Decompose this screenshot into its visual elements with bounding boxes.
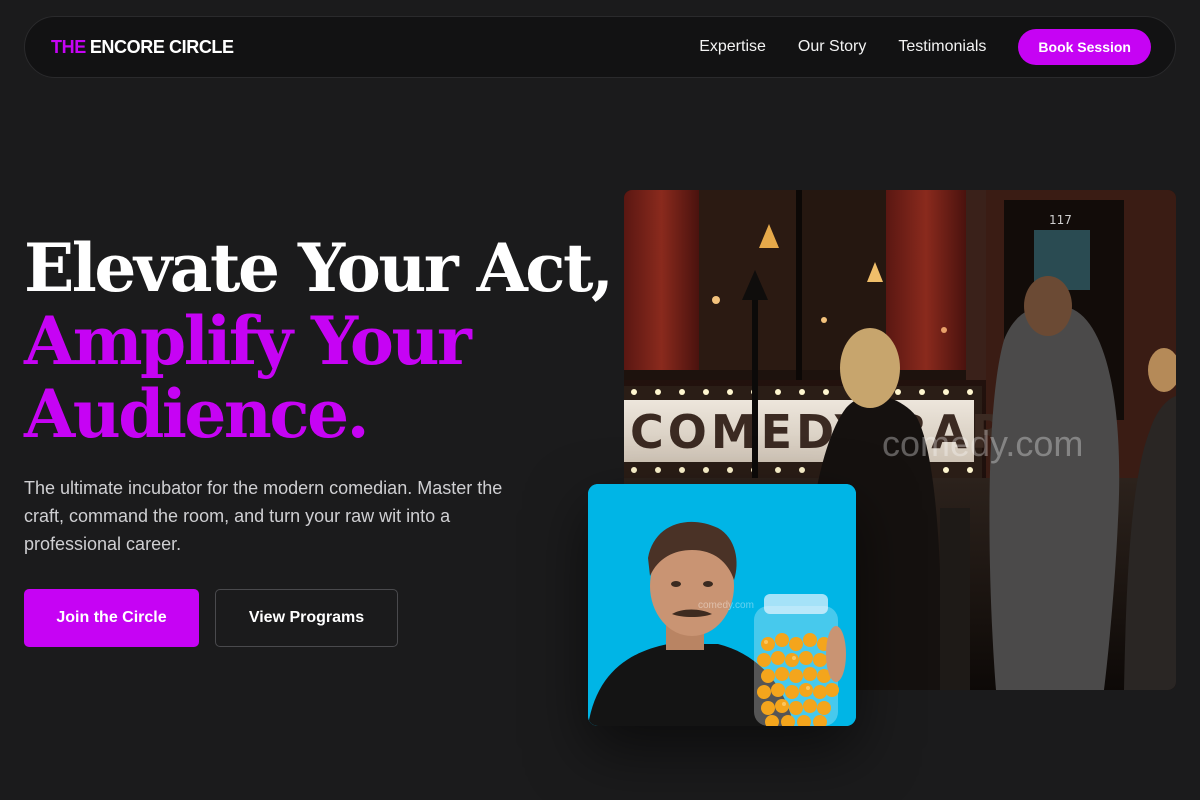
- nav-link-our-story[interactable]: Our Story: [798, 38, 866, 56]
- brand-logo[interactable]: THE ENCORE CIRCLE: [51, 37, 234, 58]
- logo-accent: THE: [51, 36, 86, 57]
- nav-link-expertise[interactable]: Expertise: [699, 38, 766, 56]
- nav-links: Expertise Our Story Testimonials Book Se…: [699, 29, 1151, 65]
- hero-title-line-3: Audience.: [24, 375, 370, 453]
- logo-text: ENCORE CIRCLE: [89, 36, 234, 57]
- comedian-portrait-photo: comedy.com: [588, 484, 856, 726]
- small-photo-watermark: comedy.com: [698, 600, 754, 611]
- join-the-circle-button[interactable]: Join the Circle: [24, 589, 199, 647]
- hero-title-line-2: Amplify Your: [24, 302, 472, 380]
- comedian-portrait-illustration: comedy.com: [588, 484, 856, 726]
- hero-subtitle: The ultimate incubator for the modern co…: [24, 478, 503, 554]
- door-number: 117: [1049, 213, 1072, 227]
- view-programs-button[interactable]: View Programs: [215, 589, 398, 647]
- hero-title-line-1: Elevate Your Act,: [24, 229, 614, 307]
- book-session-button[interactable]: Book Session: [1018, 29, 1151, 65]
- main-photo-watermark: comedy.com: [882, 423, 1083, 464]
- top-navigation: THE ENCORE CIRCLE Expertise Our Story Te…: [24, 16, 1176, 78]
- nav-link-testimonials[interactable]: Testimonials: [898, 38, 986, 56]
- hero-title: Elevate Your Act, Amplify Your Audience.: [24, 229, 614, 453]
- landing-page: THE ENCORE CIRCLE Expertise Our Story Te…: [0, 0, 1200, 800]
